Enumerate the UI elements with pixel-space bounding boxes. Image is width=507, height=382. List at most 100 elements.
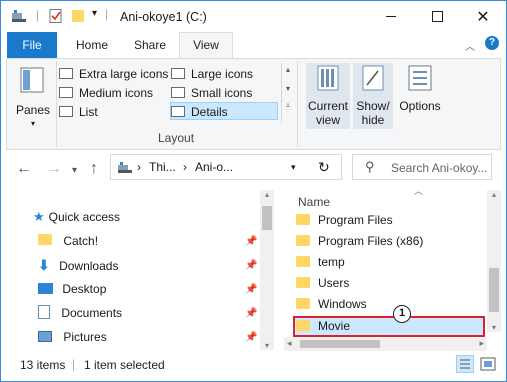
layout-medium-label: Medium icons	[79, 86, 154, 100]
close-icon: ✕	[476, 8, 490, 26]
qat-dropdown-icon[interactable]: ▾	[92, 8, 97, 19]
layout-group-caption: Layout	[158, 131, 195, 145]
file-row[interactable]: Program Files (x86)	[296, 231, 423, 251]
file-name: Windows	[318, 297, 367, 311]
layout-large-icons[interactable]: Large icons	[171, 65, 253, 83]
nav-item-catch[interactable]: Catch!	[38, 231, 98, 251]
tab-file[interactable]: File	[7, 32, 57, 58]
details-icon	[171, 106, 185, 117]
current-view-button[interactable]: Current view	[306, 63, 350, 129]
scroll-up-icon[interactable]: ▴	[487, 190, 501, 199]
scroll-up-icon[interactable]: ▴	[260, 190, 274, 199]
search-box[interactable]: ⚲ Search Ani-okoy...	[352, 154, 492, 180]
tab-view[interactable]: View	[179, 32, 233, 58]
collapse-ribbon-icon[interactable]: ︿	[465, 38, 475, 53]
layout-scroll-down-icon[interactable]: ▾	[282, 84, 294, 93]
documents-icon	[38, 305, 50, 319]
back-arrow-icon[interactable]: ←	[16, 160, 32, 178]
details-view-icon	[460, 359, 470, 369]
maximize-button[interactable]	[414, 1, 460, 32]
forward-arrow-icon[interactable]: →	[46, 160, 62, 178]
qat-separator: |	[36, 8, 40, 22]
group-separator	[56, 61, 57, 147]
nav-item-documents[interactable]: Documents	[38, 303, 122, 323]
group-separator	[297, 61, 298, 147]
file-row[interactable]: Program Files	[296, 210, 393, 230]
nav-scrollbar[interactable]: ▴ ▾	[260, 190, 274, 350]
small-icons-icon	[171, 87, 185, 98]
file-row[interactable]: Users	[296, 273, 349, 293]
breadcrumb-drive[interactable]: Ani-o...	[195, 160, 233, 174]
scroll-left-icon[interactable]: ◂	[287, 338, 292, 349]
layout-details-label: Details	[191, 105, 228, 119]
nav-item-desktop[interactable]: Desktop	[38, 279, 106, 299]
drive-breadcrumb-icon	[118, 162, 132, 173]
panes-label: Panes	[15, 103, 51, 117]
breadcrumb-chevron-icon: ›	[137, 160, 141, 174]
layout-more-icon[interactable]: ⩡	[282, 101, 294, 111]
pin-icon[interactable]: 📌	[245, 332, 257, 343]
properties-icon[interactable]	[49, 9, 63, 23]
layout-list[interactable]: List	[59, 103, 98, 121]
large-icons-view-button[interactable]	[479, 355, 497, 373]
layout-scroll-up-icon[interactable]: ▴	[282, 65, 294, 74]
address-dropdown-icon[interactable]: ▾	[291, 162, 296, 173]
pictures-icon	[38, 331, 52, 342]
panes-icon	[20, 67, 44, 93]
column-header-name[interactable]: Name	[298, 195, 330, 209]
content-scrollbar[interactable]: ▴ ▾	[487, 190, 501, 332]
new-folder-icon[interactable]	[71, 9, 85, 23]
nav-item-pictures[interactable]: Pictures	[38, 327, 107, 347]
quick-access[interactable]: ★ Quick access	[33, 207, 120, 227]
folder-icon	[296, 298, 310, 309]
nav-item-label: Documents	[61, 306, 123, 320]
tab-share[interactable]: Share	[125, 32, 175, 58]
pin-icon[interactable]: 📌	[245, 308, 257, 319]
breadcrumb-chevron-icon: ›	[183, 160, 187, 174]
close-button[interactable]: ✕	[460, 1, 506, 32]
scroll-right-icon[interactable]: ▸	[479, 338, 484, 349]
file-row[interactable]: Windows	[296, 294, 367, 314]
layout-medium-icons[interactable]: Medium icons	[59, 84, 153, 102]
nav-item-label: Downloads	[59, 259, 119, 273]
show-hide-button[interactable]: Show/ hide	[353, 63, 393, 129]
up-arrow-icon[interactable]: ↑	[90, 160, 98, 178]
folder-icon	[296, 256, 310, 267]
details-view-button[interactable]	[456, 355, 474, 373]
breadcrumb-this-pc[interactable]: Thi...	[149, 160, 176, 174]
panes-button[interactable]: Panes ▾	[13, 63, 53, 145]
file-name: Users	[318, 276, 350, 290]
list-icon	[59, 106, 73, 117]
nav-scroll-thumb[interactable]	[262, 206, 272, 230]
file-row[interactable]: temp	[296, 252, 345, 272]
layout-details[interactable]: Details	[170, 102, 278, 120]
layout-extra-large-icons[interactable]: Extra large icons	[59, 65, 168, 83]
refresh-button[interactable]: ↻	[307, 154, 342, 180]
file-name: Program Files (x86)	[318, 234, 424, 248]
layout-small-icons[interactable]: Small icons	[171, 84, 252, 102]
desktop-icon	[38, 283, 53, 294]
nav-item-downloads[interactable]: ⬇ Downloads	[38, 255, 118, 275]
pin-icon[interactable]: 📌	[245, 284, 257, 295]
pin-icon[interactable]: 📌	[245, 260, 257, 271]
scroll-down-icon[interactable]: ▾	[487, 323, 501, 332]
folder-icon	[296, 235, 310, 246]
help-icon[interactable]: ?	[485, 36, 499, 50]
layout-list-label: List	[79, 105, 98, 119]
show-hide-label: Show/ hide	[356, 99, 390, 127]
content-hscroll-thumb[interactable]	[300, 340, 380, 348]
status-selected: 1 item selected	[84, 358, 165, 372]
scroll-down-icon[interactable]: ▾	[260, 341, 274, 350]
layout-scroll[interactable]: ▴ ▾ ⩡	[281, 63, 294, 123]
file-row-selected[interactable]: Movie	[296, 316, 350, 336]
tab-home[interactable]: Home	[67, 32, 117, 58]
content-scroll-thumb[interactable]	[489, 268, 499, 312]
pin-icon[interactable]: 📌	[245, 236, 257, 247]
recent-locations-icon[interactable]: ▾	[72, 165, 77, 176]
minimize-button[interactable]	[368, 1, 414, 32]
content-hscrollbar[interactable]: ◂ ▸	[284, 337, 487, 351]
status-item-count: 13 items	[20, 358, 66, 372]
options-button[interactable]: Options	[397, 63, 443, 129]
layout-extra-large-label: Extra large icons	[79, 67, 169, 81]
file-name: temp	[318, 255, 345, 269]
